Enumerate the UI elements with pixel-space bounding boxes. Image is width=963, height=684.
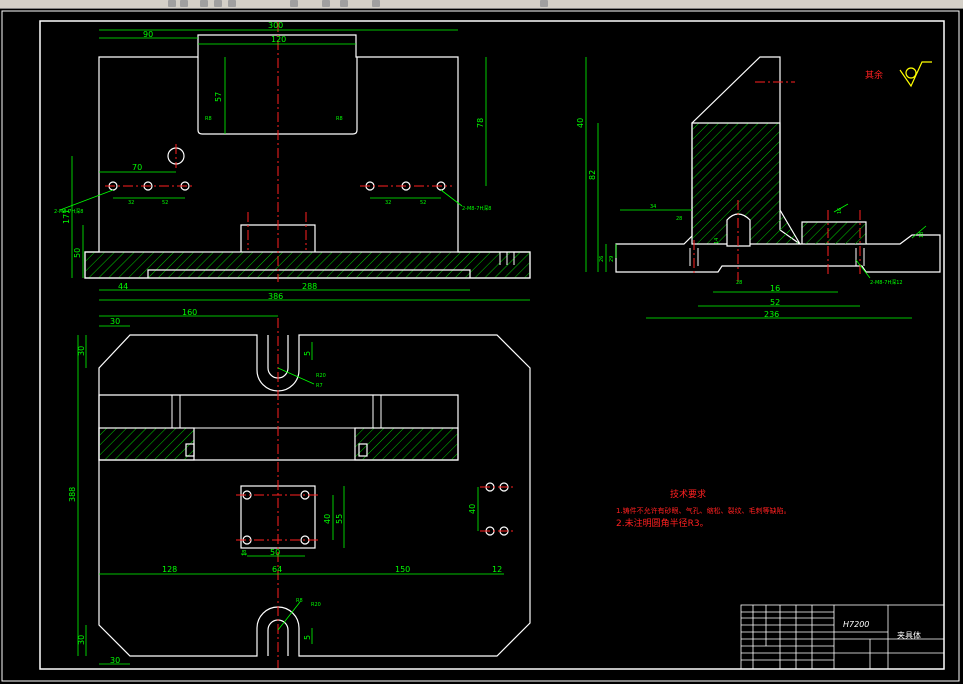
dim-text: 52 bbox=[162, 200, 168, 206]
dim-text: 26 bbox=[599, 256, 605, 262]
front-view bbox=[84, 34, 531, 279]
toolbar-button[interactable] bbox=[322, 0, 330, 7]
top-view-pad-holes bbox=[242, 490, 310, 545]
dim-text: 40 bbox=[323, 514, 332, 524]
toolbar-button[interactable] bbox=[372, 0, 380, 7]
dim-text: 64 bbox=[272, 565, 282, 574]
dim-text: 82 bbox=[588, 170, 597, 180]
top-view-centerlines bbox=[236, 318, 514, 668]
dim-text: 40 bbox=[468, 504, 477, 514]
top-view-right-holes bbox=[485, 482, 509, 536]
dim-text: 30 bbox=[110, 317, 120, 326]
dim-text: 29 bbox=[609, 256, 615, 262]
dim-text: 55 bbox=[335, 514, 344, 524]
toolbar-button[interactable] bbox=[340, 0, 348, 7]
toolbar-button[interactable] bbox=[168, 0, 176, 7]
front-view-centerlines bbox=[105, 22, 452, 282]
dim-text: 12 bbox=[492, 565, 502, 574]
dim-text: 160 bbox=[182, 308, 197, 317]
toolbar-button[interactable] bbox=[540, 0, 548, 7]
dim-text: R8 bbox=[336, 116, 343, 122]
dim-text: 28 bbox=[676, 216, 682, 222]
toolbar-button[interactable] bbox=[290, 0, 298, 7]
title-block-model: H7200 bbox=[843, 620, 869, 629]
toolbar-button[interactable] bbox=[180, 0, 188, 7]
dim-text: 50 bbox=[270, 548, 280, 557]
dim-text: 28 bbox=[736, 280, 742, 286]
dim-text: 2-M8-7H深12 bbox=[870, 279, 903, 286]
cad-toolbar bbox=[0, 0, 963, 9]
toolbar-button[interactable] bbox=[200, 0, 208, 7]
tech-notes-line: 2.未注明圆角半径R3。 bbox=[616, 517, 709, 529]
dim-text: 44 bbox=[118, 282, 128, 291]
technical-requirements: 技术要求 1.铸件不允许有砂眼、气孔、缩松、裂纹、毛刺等缺陷。 2.未注明圆角半… bbox=[616, 488, 791, 529]
dim-text: R20 bbox=[316, 373, 326, 379]
dim-text: 5 bbox=[303, 351, 312, 356]
dim-text: 52 bbox=[420, 200, 426, 206]
roughness-symbol: 其余 bbox=[865, 61, 932, 88]
dim-text: 120 bbox=[271, 35, 286, 44]
dim-text: 52 bbox=[770, 298, 780, 307]
dim-text: 5 bbox=[303, 635, 312, 640]
toolbar-button[interactable] bbox=[214, 0, 222, 7]
tech-notes-line: 1.铸件不允许有砂眼、气孔、缩松、裂纹、毛刺等缺陷。 bbox=[616, 506, 791, 515]
dim-text: 30 bbox=[110, 656, 120, 665]
dim-text: 388 bbox=[68, 487, 77, 502]
dim-text: 90 bbox=[143, 30, 153, 39]
roughness-label: 其余 bbox=[865, 69, 883, 81]
dim-text: 150 bbox=[395, 565, 410, 574]
dim-text: 128 bbox=[162, 565, 177, 574]
front-view-outline bbox=[84, 34, 531, 279]
dim-text: 78 bbox=[476, 118, 485, 128]
dim-text: 16 bbox=[770, 284, 780, 293]
dim-text: 288 bbox=[302, 282, 317, 291]
dim-text: 40 bbox=[576, 118, 585, 128]
dim-text: 32 bbox=[128, 200, 134, 206]
dim-text: 14 bbox=[714, 238, 720, 244]
front-view-base-section bbox=[84, 251, 531, 279]
side-view bbox=[615, 56, 941, 273]
dim-text: 236 bbox=[764, 310, 779, 319]
dim-text: 386 bbox=[268, 292, 283, 301]
tech-notes-title: 技术要求 bbox=[670, 488, 706, 500]
dim-text: 18 bbox=[242, 550, 248, 556]
toolbar-button[interactable] bbox=[228, 0, 236, 7]
cad-drawing-canvas[interactable]: 300 90 120 57 R8 R8 78 70 32 52 32 52 2-… bbox=[0, 9, 963, 684]
title-block-part-name: 夹具体 bbox=[897, 630, 921, 640]
dim-text: 16 bbox=[837, 208, 843, 214]
dim-text: 300 bbox=[268, 21, 283, 30]
dim-text: 32 bbox=[385, 200, 391, 206]
dim-text: 30 bbox=[77, 346, 86, 356]
dim-text: 70 bbox=[132, 163, 142, 172]
outer-frame bbox=[1, 10, 960, 682]
dim-text: R7 bbox=[316, 383, 323, 389]
dim-text: R20 bbox=[311, 602, 321, 608]
dim-text: R8 bbox=[205, 116, 212, 122]
dim-text: 30 bbox=[77, 635, 86, 645]
dim-text: 2-M8-7H深8 bbox=[462, 205, 491, 212]
dim-text: 18 bbox=[919, 232, 925, 238]
dim-text: 50 bbox=[73, 248, 82, 258]
dim-text: 34 bbox=[650, 204, 656, 210]
dim-text: R8 bbox=[296, 598, 303, 604]
dim-text: 57 bbox=[214, 92, 223, 102]
dim-text: 171 bbox=[62, 209, 71, 224]
